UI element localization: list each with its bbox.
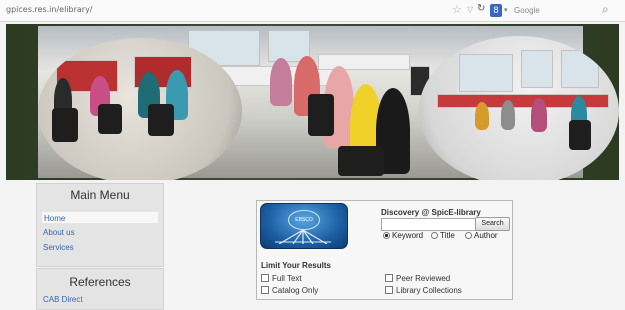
window (459, 54, 513, 92)
main-menu-title: Main Menu (70, 188, 130, 202)
chair (569, 120, 591, 150)
address-bar[interactable]: gpices.res.in/elibrary/ (6, 5, 93, 14)
search-button[interactable]: Search (475, 217, 510, 231)
radio-title[interactable]: Title (431, 231, 455, 240)
radio-keyword-label: Keyword (392, 231, 424, 240)
reference-link-cab-direct[interactable]: CAB Direct (43, 295, 83, 304)
person (270, 58, 292, 106)
radio-unselected-icon[interactable] (431, 232, 438, 239)
window (561, 50, 599, 88)
person (501, 100, 515, 130)
chair (148, 104, 174, 136)
chair (338, 146, 384, 176)
bookmark-star-icon[interactable]: ☆ (452, 3, 462, 16)
checkbox-icon[interactable] (261, 286, 269, 294)
search-engine-icon[interactable]: 8 (490, 4, 502, 17)
radio-unselected-icon[interactable] (465, 232, 472, 239)
photo-circle-left (38, 38, 242, 180)
limit-results-title: Limit Your Results (261, 261, 331, 270)
references-panel: References CAB Direct (36, 268, 164, 310)
dropdown-arrow-icon[interactable]: ▽ (467, 5, 473, 14)
menu-item-services[interactable]: Services (41, 241, 159, 254)
checkbox-label: Full Text (272, 274, 302, 283)
checkbox-full-text[interactable]: Full Text (261, 274, 302, 283)
header-banner (6, 24, 619, 180)
person (475, 102, 489, 130)
menu-item-about-us[interactable]: About us (41, 226, 159, 239)
checkbox-label: Library Collections (396, 286, 462, 295)
radio-author[interactable]: Author (465, 231, 498, 240)
logo-lines-icon (275, 230, 331, 244)
browser-search-field[interactable]: Google (514, 6, 540, 15)
person (531, 98, 547, 132)
window (521, 50, 553, 88)
radio-author-label: Author (474, 231, 498, 240)
reload-icon[interactable]: ↻ (477, 3, 485, 14)
radio-selected-icon[interactable] (383, 232, 390, 239)
menu-item-home[interactable]: Home (41, 211, 159, 224)
photo-circle-right (419, 36, 619, 180)
ebsco-logo-text: EBSCO (288, 210, 320, 230)
checkbox-icon[interactable] (385, 274, 393, 282)
search-engine-dropdown-icon[interactable]: ▾ (504, 6, 508, 14)
checkbox-peer-reviewed[interactable]: Peer Reviewed (385, 274, 450, 283)
radio-title-label: Title (440, 231, 455, 240)
chair (98, 104, 122, 134)
discovery-title: Discovery @ SpicE-library (381, 208, 481, 217)
checkbox-label: Catalog Only (272, 286, 319, 295)
checkbox-library-collections[interactable]: Library Collections (385, 286, 462, 295)
discovery-search-box: EBSCO Discovery @ SpicE-library Search K… (256, 200, 513, 300)
checkbox-label: Peer Reviewed (396, 274, 451, 283)
magnifier-icon[interactable]: ⌕ (602, 2, 609, 17)
desk (318, 54, 410, 70)
browser-toolbar: gpices.res.in/elibrary/ ☆ ▽ ↻ 8 ▾ Google… (0, 0, 625, 22)
checkbox-icon[interactable] (261, 274, 269, 282)
main-menu-panel: Main Menu Home About us Services (36, 183, 164, 267)
checkbox-icon[interactable] (385, 286, 393, 294)
radio-keyword[interactable]: Keyword (383, 231, 423, 240)
discovery-search-input[interactable] (381, 218, 476, 231)
ebsco-logo: EBSCO (260, 203, 348, 249)
chair (308, 94, 334, 136)
checkbox-catalog-only[interactable]: Catalog Only (261, 286, 318, 295)
references-title: References (69, 275, 131, 289)
chair (52, 108, 78, 142)
